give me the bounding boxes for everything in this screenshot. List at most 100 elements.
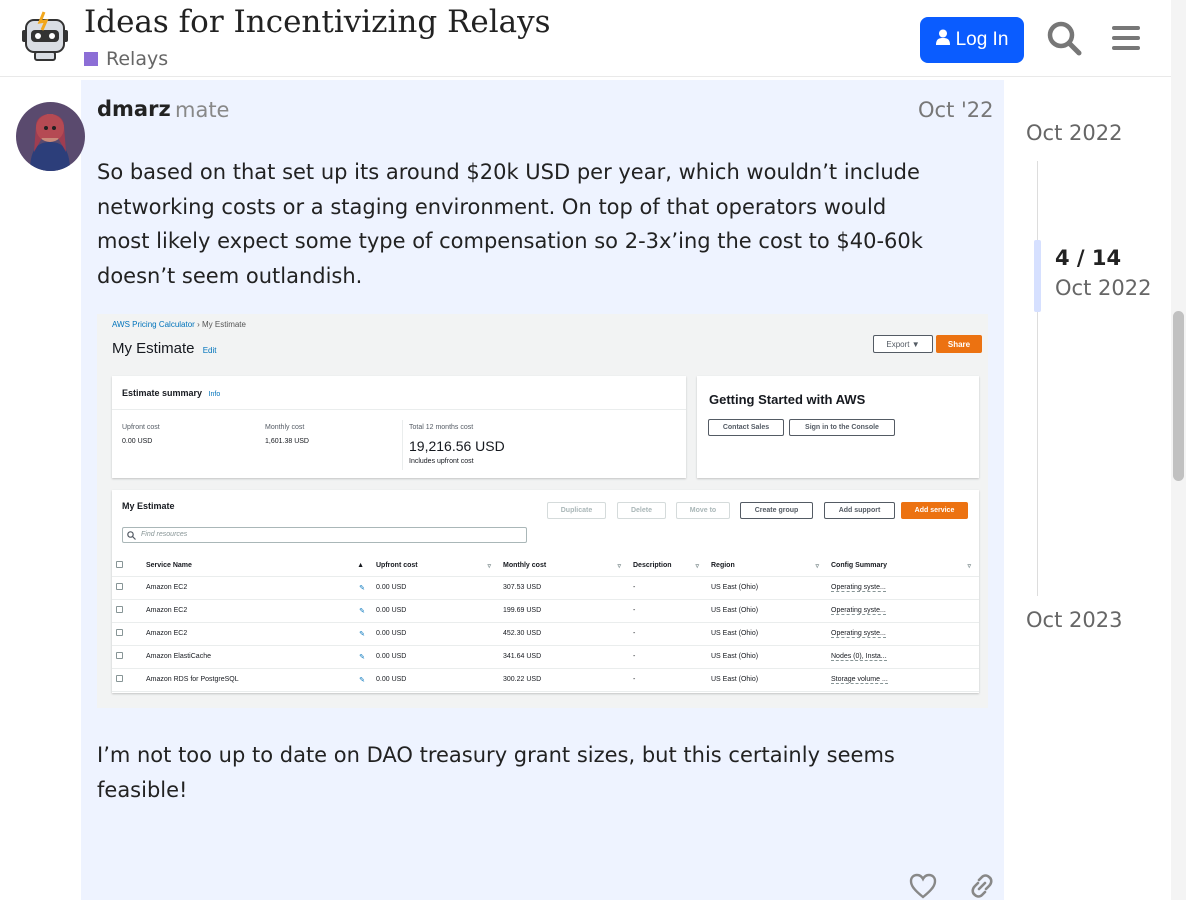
sort-icon: ▿: [487, 562, 491, 570]
link-icon[interactable]: [966, 872, 996, 900]
column-header: Service Name ▲: [142, 556, 372, 577]
row-select-cell: [112, 622, 142, 646]
sort-icon: ▿: [695, 562, 699, 570]
table-row: Amazon RDS for PostgreSQL ✎ 0.00 USD 300.…: [112, 668, 979, 692]
upfront-cell: 0.00 USD: [372, 668, 499, 692]
site-header: Ideas for Incentivizing Relays Relays Lo…: [0, 0, 1171, 77]
divider: [112, 409, 686, 410]
timeline-end-date[interactable]: Oct 2023: [1026, 608, 1122, 632]
monthly-cell: 341.64 USD: [499, 645, 629, 669]
aws-pricing-screenshot[interactable]: AWS Pricing Calculator › My Estimate My …: [97, 314, 988, 708]
region-cell: US East (Ohio): [707, 645, 827, 669]
find-resources-input: Find resources: [122, 527, 527, 543]
row-select-cell: [112, 576, 142, 600]
service-name: Amazon EC2: [146, 629, 188, 637]
timeline-position: 4 / 14: [1055, 246, 1122, 270]
upfront-cell: 0.00 USD: [372, 576, 499, 600]
edit-icon: ✎: [359, 584, 365, 592]
aws-estimate-panel: My Estimate Duplicate Delete Move to Cre…: [112, 490, 979, 693]
column-header-label: Region: [711, 561, 735, 569]
summary-title: Estimate summary Info: [122, 388, 220, 398]
category-badge[interactable]: Relays: [84, 48, 168, 70]
contact-sales-button: Contact Sales: [708, 419, 784, 436]
topic-title[interactable]: Ideas for Incentivizing Relays: [84, 4, 551, 40]
aws-heading-text: My Estimate: [112, 340, 195, 357]
config-cell: Storage volume ...: [827, 668, 979, 692]
config-summary: Storage volume ...: [831, 676, 888, 684]
aws-edit-link: Edit: [202, 346, 217, 355]
timeline-handle[interactable]: [1034, 240, 1041, 312]
monthly-label: Monthly cost: [265, 424, 305, 431]
summary-info-link: Info: [208, 391, 221, 398]
heart-icon[interactable]: [908, 872, 938, 900]
post-user-title: mate: [175, 98, 230, 122]
config-cell: Operating syste...: [827, 576, 979, 600]
upfront-cell: 0.00 USD: [372, 599, 499, 623]
monthly-cell: 300.22 USD: [499, 668, 629, 692]
table-row: Amazon ElastiCache ✎ 0.00 USD 341.64 USD …: [112, 645, 979, 669]
hamburger-menu-icon[interactable]: [1106, 20, 1146, 58]
monthly-cell: 452.30 USD: [499, 622, 629, 646]
checkbox: [116, 629, 123, 636]
checkbox: [116, 561, 123, 569]
service-name: Amazon ElastiCache: [146, 652, 211, 660]
scrollbar-thumb[interactable]: [1173, 311, 1184, 481]
robot-logo-icon[interactable]: [22, 10, 68, 62]
sort-icon: ▿: [815, 562, 819, 570]
table-row: Amazon EC2 ✎ 0.00 USD 199.69 USD - US Eas…: [112, 599, 979, 623]
post-date[interactable]: Oct '22: [918, 98, 993, 122]
service-name: Amazon EC2: [146, 583, 188, 591]
aws-getting-started-panel: Getting Started with AWS Contact Sales S…: [697, 376, 979, 478]
upfront-cell: 0.00 USD: [372, 622, 499, 646]
column-header-label: Service Name: [146, 562, 192, 570]
description-cell: -: [629, 599, 707, 623]
row-select-cell: [112, 599, 142, 623]
service-name: Amazon RDS for PostgreSQL: [146, 675, 239, 683]
edit-icon: ✎: [359, 630, 365, 638]
config-summary: Operating syste...: [831, 630, 886, 638]
upfront-label: Upfront cost: [122, 424, 160, 431]
region-cell: US East (Ohio): [707, 576, 827, 600]
checkbox: [116, 652, 123, 659]
post-username[interactable]: dmarz: [97, 97, 171, 121]
upfront-value: 0.00 USD: [122, 438, 153, 445]
description-cell: -: [629, 668, 707, 692]
getting-started-title: Getting Started with AWS: [709, 392, 866, 407]
delete-button: Delete: [617, 502, 666, 519]
search-icon[interactable]: [1046, 20, 1084, 58]
sign-in-console-button: Sign in to the Console: [789, 419, 895, 436]
region-cell: US East (Ohio): [707, 622, 827, 646]
config-summary: Operating syste...: [831, 584, 886, 592]
monthly-cell: 199.69 USD: [499, 599, 629, 623]
avatar[interactable]: [16, 102, 85, 171]
checkbox: [116, 606, 123, 613]
region-cell: US East (Ohio): [707, 668, 827, 692]
service-cell: Amazon EC2 ✎: [142, 622, 372, 646]
config-cell: Nodes (0), Insta...: [827, 645, 979, 669]
edit-icon: ✎: [359, 653, 365, 661]
config-summary: Operating syste...: [831, 607, 886, 615]
column-header: Description ▿: [629, 556, 707, 577]
create-group-button: Create group: [740, 502, 813, 519]
category-label: Relays: [106, 48, 169, 70]
column-header-label: Upfront cost: [376, 561, 418, 569]
timeline-current-date: Oct 2022: [1055, 276, 1152, 300]
monthly-cell: 307.53 USD: [499, 576, 629, 600]
description-cell: -: [629, 622, 707, 646]
timeline-track[interactable]: [1037, 161, 1038, 596]
aws-heading: My Estimate Edit: [112, 340, 216, 357]
table-row: Amazon EC2 ✎ 0.00 USD 307.53 USD - US Eas…: [112, 576, 979, 600]
breadcrumb-current: My Estimate: [201, 320, 246, 329]
row-select-cell: [112, 645, 142, 669]
breadcrumb-root: AWS Pricing Calculator: [112, 320, 195, 329]
aws-export-button: Export ▼: [873, 335, 933, 353]
config-cell: Operating syste...: [827, 599, 979, 623]
column-header: Upfront cost ▿: [372, 556, 499, 577]
search-icon: [127, 531, 136, 540]
total-note: Includes upfront cost: [409, 458, 474, 465]
total-label: Total 12 months cost: [409, 424, 474, 431]
login-button[interactable]: Log In: [920, 17, 1024, 63]
checkbox: [116, 675, 123, 682]
post-paragraph: So based on that set up its around $20k …: [97, 160, 923, 288]
timeline-start-date[interactable]: Oct 2022: [1026, 121, 1122, 145]
